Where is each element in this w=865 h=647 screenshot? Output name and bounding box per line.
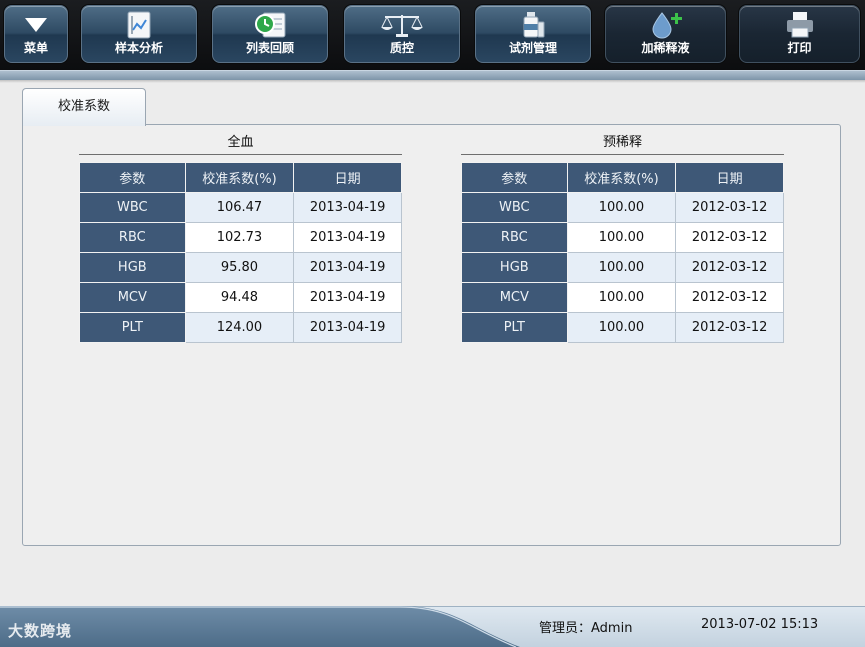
table-row[interactable]: RBC 102.73 2013-04-19 — [79, 222, 402, 253]
whole-blood-title: 全血 — [79, 131, 402, 155]
param-cell: WBC — [461, 192, 568, 223]
balance-scale-icon — [345, 10, 459, 40]
status-datetime: 2013-07-02 15:13 — [701, 617, 819, 632]
date-cell: 2013-04-19 — [293, 312, 402, 343]
reagent-bottles-icon — [476, 10, 590, 40]
column-header-param: 参数 — [461, 162, 568, 193]
param-cell: PLT — [461, 312, 568, 343]
prediluted-group: 预稀释 参数 校准系数(%) 日期 WBC 100.00 2012-03-12 … — [461, 131, 784, 343]
factor-cell: 100.00 — [566, 282, 677, 313]
date-cell: 2013-04-19 — [293, 222, 402, 253]
list-review-button[interactable]: 列表回顾 — [212, 5, 328, 63]
printer-icon — [740, 10, 859, 40]
table-row[interactable]: HGB 100.00 2012-03-12 — [461, 252, 784, 283]
date-cell: 2013-04-19 — [293, 252, 402, 283]
tab-calibration-factor[interactable]: 校准系数 — [22, 88, 146, 126]
print-label: 打印 — [787, 41, 812, 55]
column-header-date: 日期 — [675, 162, 784, 193]
table-row[interactable]: PLT 100.00 2012-03-12 — [461, 312, 784, 343]
qc-button[interactable]: 质控 — [344, 5, 460, 63]
chart-document-icon — [82, 10, 196, 40]
qc-label: 质控 — [389, 41, 414, 55]
column-header-param: 参数 — [79, 162, 186, 193]
droplet-plus-icon — [606, 10, 725, 40]
print-button[interactable]: 打印 — [739, 5, 860, 63]
whole-blood-table: 参数 校准系数(%) 日期 WBC 106.47 2013-04-19 RBC … — [79, 162, 402, 343]
table-row[interactable]: WBC 100.00 2012-03-12 — [461, 192, 784, 223]
param-cell: MCV — [79, 282, 186, 313]
date-cell: 2012-03-12 — [675, 252, 784, 283]
param-cell: RBC — [79, 222, 186, 253]
clock-list-icon — [213, 10, 327, 40]
reagent-management-label: 试剂管理 — [508, 41, 557, 55]
add-diluent-button[interactable]: 加稀释液 — [605, 5, 726, 63]
factor-cell: 100.00 — [566, 252, 677, 283]
column-header-factor: 校准系数(%) — [566, 162, 677, 193]
table-row[interactable]: HGB 95.80 2013-04-19 — [79, 252, 402, 283]
table-row[interactable]: MCV 100.00 2012-03-12 — [461, 282, 784, 313]
param-cell: HGB — [79, 252, 186, 283]
param-cell: MCV — [461, 282, 568, 313]
factor-cell: 95.80 — [184, 252, 295, 283]
factor-cell: 100.00 — [566, 192, 677, 223]
sample-analysis-button[interactable]: 样本分析 — [81, 5, 197, 63]
date-cell: 2012-03-12 — [675, 192, 784, 223]
current-user: 管理员：Admin — [539, 621, 633, 636]
table-row[interactable]: MCV 94.48 2013-04-19 — [79, 282, 402, 313]
factor-cell: 100.00 — [566, 312, 677, 343]
factor-cell: 102.73 — [184, 222, 295, 253]
calibration-panel: 全血 参数 校准系数(%) 日期 WBC 106.47 2013-04-19 R… — [22, 124, 841, 546]
date-cell: 2012-03-12 — [675, 312, 784, 343]
date-cell: 2012-03-12 — [675, 282, 784, 313]
factor-cell: 100.00 — [566, 222, 677, 253]
prediluted-title: 预稀释 — [461, 131, 784, 155]
table-header-row: 参数 校准系数(%) 日期 — [461, 162, 784, 193]
param-cell: RBC — [461, 222, 568, 253]
add-diluent-label: 加稀释液 — [641, 41, 690, 55]
list-review-label: 列表回顾 — [245, 41, 294, 55]
top-toolbar: 菜单 样本分析 列表回顾 质控 试剂管理 加稀释液 打印 — [0, 0, 865, 70]
triangle-down-icon — [5, 10, 67, 40]
date-cell: 2012-03-12 — [675, 222, 784, 253]
table-header-row: 参数 校准系数(%) 日期 — [79, 162, 402, 193]
column-header-date: 日期 — [293, 162, 402, 193]
table-row[interactable]: RBC 100.00 2012-03-12 — [461, 222, 784, 253]
param-cell: HGB — [461, 252, 568, 283]
param-cell: PLT — [79, 312, 186, 343]
reagent-management-button[interactable]: 试剂管理 — [475, 5, 591, 63]
date-cell: 2013-04-19 — [293, 282, 402, 313]
table-row[interactable]: WBC 106.47 2013-04-19 — [79, 192, 402, 223]
table-row[interactable]: PLT 124.00 2013-04-19 — [79, 312, 402, 343]
menu-button-label: 菜单 — [23, 41, 48, 55]
watermark-logo: 大数跨境 — [8, 622, 73, 640]
prediluted-table: 参数 校准系数(%) 日期 WBC 100.00 2012-03-12 RBC … — [461, 162, 784, 343]
date-cell: 2013-04-19 — [293, 192, 402, 223]
column-header-factor: 校准系数(%) — [184, 162, 295, 193]
factor-cell: 94.48 — [184, 282, 295, 313]
param-cell: WBC — [79, 192, 186, 223]
factor-cell: 124.00 — [184, 312, 295, 343]
toolbar-divider — [0, 70, 865, 83]
sample-analysis-label: 样本分析 — [114, 41, 163, 55]
menu-button[interactable]: 菜单 — [4, 5, 68, 63]
factor-cell: 106.47 — [184, 192, 295, 223]
whole-blood-group: 全血 参数 校准系数(%) 日期 WBC 106.47 2013-04-19 R… — [79, 131, 402, 343]
status-bar-wave — [0, 606, 520, 647]
